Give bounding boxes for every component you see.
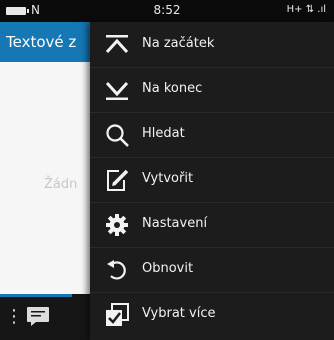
menu-item-label: Hledat	[142, 126, 185, 141]
refresh-icon	[107, 260, 126, 280]
network-indicator: H+ ⇅ .ıl	[286, 4, 326, 15]
overflow-menu-icon[interactable]: ⋮	[5, 308, 23, 326]
status-bar: N 8:52 H+ ⇅ .ıl	[0, 0, 334, 22]
menu-item-bottom[interactable]: Na konec	[90, 67, 334, 113]
search-icon	[106, 124, 129, 147]
to-bottom-icon	[105, 81, 129, 100]
menu-item-label: Na začátek	[142, 36, 215, 51]
select-multiple-icon	[106, 303, 129, 326]
to-top-icon	[105, 35, 129, 54]
menu-item-create[interactable]: Vytvořit	[90, 157, 334, 203]
app-title: Textové z	[6, 33, 77, 51]
status-time: 8:52	[153, 3, 181, 17]
empty-list-text: Žádn	[44, 177, 78, 192]
menu-item-top[interactable]: Na začátek	[90, 22, 334, 68]
menu-item-label: Nastavení	[142, 216, 208, 231]
menu-item-label: Vytvořit	[142, 171, 194, 186]
menu-item-label: Obnovit	[142, 261, 194, 276]
menu-item-settings[interactable]: Nastavení	[90, 202, 334, 248]
compose-message-icon[interactable]	[26, 306, 50, 326]
menu-item-search[interactable]: Hledat	[90, 112, 334, 158]
gear-icon	[106, 214, 128, 236]
compose-icon	[107, 169, 129, 191]
menu-item-select-multiple[interactable]: Vybrat více	[90, 292, 334, 337]
selected-tab-indicator	[0, 294, 72, 297]
menu-item-refresh[interactable]: Obnovit	[90, 247, 334, 293]
context-menu: Na začátek Na konec Hledat Vytvořit Nast…	[90, 22, 334, 340]
menu-item-label: Na konec	[142, 81, 203, 96]
menu-item-label: Vybrat více	[142, 306, 216, 321]
